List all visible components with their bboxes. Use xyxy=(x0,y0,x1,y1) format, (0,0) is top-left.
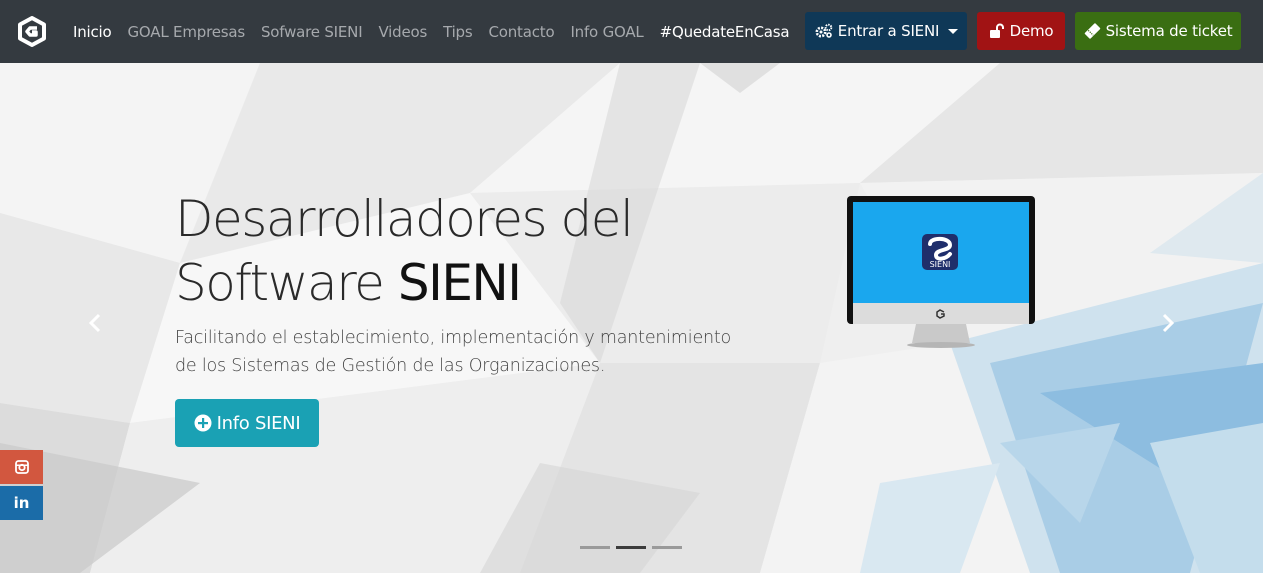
carousel-indicator-1[interactable] xyxy=(580,546,610,549)
linkedin-icon: in xyxy=(13,494,30,512)
unlock-icon xyxy=(989,23,1004,38)
nav-link-contacto[interactable]: Contacto xyxy=(489,23,555,41)
instagram-button[interactable] xyxy=(0,450,43,484)
screen-badge-label: SIENI xyxy=(930,260,951,269)
caret-down-icon xyxy=(948,28,959,34)
plus-circle-icon xyxy=(194,414,212,432)
instagram-icon xyxy=(14,460,29,474)
top-navbar: Inicio GOAL Empresas Sofware SIENI Video… xyxy=(0,0,1263,63)
hero-subtitle: Facilitando el establecimiento, implemen… xyxy=(175,328,732,376)
nav-links: Inicio GOAL Empresas Sofware SIENI Video… xyxy=(73,0,805,63)
gears-icon xyxy=(815,23,833,38)
demo-button[interactable]: Demo xyxy=(977,12,1065,50)
nav-link-tips[interactable]: Tips xyxy=(443,23,473,41)
goal-logo-icon[interactable] xyxy=(17,16,47,47)
hero-carousel: Desarrolladores del Software SIENI Facil… xyxy=(0,63,1263,573)
geometric-background xyxy=(0,63,1263,573)
info-sieni-button[interactable]: Info SIENI xyxy=(175,399,319,447)
demo-label: Demo xyxy=(1009,22,1054,40)
carousel-indicators xyxy=(580,546,688,549)
carousel-next-arrow-icon[interactable] xyxy=(1155,311,1179,335)
nav-link-videos[interactable]: Videos xyxy=(378,23,427,41)
headline-sieni: SIENI xyxy=(397,254,522,312)
entrar-sieni-label: Entrar a SIENI xyxy=(837,22,940,40)
headline-software: Software xyxy=(175,254,385,312)
carousel-prev-arrow-icon[interactable] xyxy=(84,311,108,335)
entrar-sieni-dropdown-button[interactable]: Entrar a SIENI xyxy=(805,12,967,50)
nav-link-goal-empresas[interactable]: GOAL Empresas xyxy=(128,23,246,41)
carousel-indicator-3[interactable] xyxy=(652,546,682,549)
linkedin-button[interactable]: in xyxy=(0,486,43,520)
nav-link-sofware-sieni[interactable]: Sofware SIENI xyxy=(261,23,363,41)
sistema-de-ticket-button[interactable]: Sistema de ticket xyxy=(1075,12,1241,50)
hero-headline: Desarrolladores del Software SIENI xyxy=(175,187,634,315)
monitor-illustration: SIENI xyxy=(847,196,1035,348)
nav-link-info-goal[interactable]: Info GOAL xyxy=(570,23,643,41)
info-sieni-label: Info SIENI xyxy=(216,412,301,434)
carousel-indicator-2[interactable] xyxy=(616,546,646,549)
sistema-de-ticket-label: Sistema de ticket xyxy=(1105,22,1233,40)
headline-line-1: Desarrolladores del xyxy=(175,190,634,248)
ticket-icon xyxy=(1084,23,1100,39)
nav-link-quedate-en-casa[interactable]: #QuedateEnCasa xyxy=(660,23,790,41)
nav-link-inicio[interactable]: Inicio xyxy=(73,23,112,41)
